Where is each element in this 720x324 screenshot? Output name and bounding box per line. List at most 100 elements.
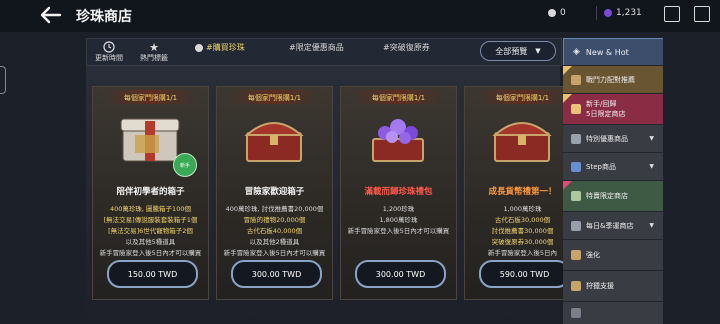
popular-tags-label: 熱門標籤 — [140, 53, 168, 62]
pearl-bundle-icon — [372, 119, 424, 162]
desc-line: 冒險的禮物20,000個 — [243, 216, 306, 224]
price-button[interactable]: 300.00 TWD — [231, 260, 322, 288]
refresh-time-label: 更新時間 — [95, 54, 123, 62]
treasure-chest-icon — [244, 122, 304, 162]
currency-purple-pearl: 1,231 — [604, 6, 642, 20]
sidebar-item-sale-shop[interactable]: 特賣限定商店 — [563, 180, 663, 211]
beginner-box-icon — [120, 118, 180, 162]
new-tag-icon — [563, 94, 572, 103]
product-card[interactable]: 每個家門限購1/1 新手 陪伴初學者的箱子 400萬珍珠, 圖騰箱子100個 [… — [92, 86, 209, 300]
calendar-icon — [571, 220, 581, 231]
sidebar-item-hunt-support[interactable]: 狩獵支援 — [563, 270, 663, 301]
divider — [596, 6, 597, 20]
desc-line: 突破復原券30,000個 — [491, 238, 554, 246]
upgrade-icon — [571, 250, 581, 260]
desc-line: 400萬珍珠, 圖騰箱子100個 — [110, 205, 191, 213]
product-title: 滿載而歸珍珠禮包 — [364, 187, 433, 197]
desc-line: 1,800萬珍珠 — [379, 216, 418, 224]
white-pearl-icon — [195, 43, 203, 52]
desc-line: 以及其他5種道具 — [125, 238, 176, 246]
beginner-badge-icon: 新手 — [173, 153, 197, 177]
desc-line: [無法交易]傳說服裝套裝箱子1個 — [103, 216, 198, 224]
filter-limited-offer[interactable]: #限定優惠商品 — [289, 42, 344, 53]
purchase-limit: 每個家門限購1/1 — [371, 94, 426, 102]
chevron-down-icon: ▼ — [649, 135, 654, 142]
sidebar-item-daily-season[interactable]: 每日&季運商店 ▼ — [563, 211, 663, 239]
price-label: 150.00 TWD — [127, 269, 178, 279]
price-label: 300.00 TWD — [375, 269, 426, 279]
new-tag-icon — [563, 66, 572, 75]
chevron-down-icon: ▼ — [649, 163, 654, 170]
misc-icon — [571, 308, 581, 318]
sidebar-label: 特賣限定商店 — [586, 192, 628, 200]
sidebar-label: New & Hot — [585, 47, 629, 57]
desc-line: 古代石板40,000個 — [246, 227, 303, 235]
sidebar-item-step[interactable]: Step商品 ▼ — [563, 152, 663, 180]
preview-all-dropdown[interactable]: 全部預覽 ▼ — [480, 41, 556, 61]
sidebar-item-newbie-return[interactable]: 新手/回歸 5日限定商店 — [563, 93, 663, 124]
chevron-down-icon: ▼ — [535, 47, 541, 55]
sidebar-label: 每日&季運商店 — [586, 221, 634, 230]
white-pearl-value: 0 — [560, 8, 566, 18]
sidebar-label-group: 新手/回歸 5日限定商店 — [586, 99, 625, 119]
price-button[interactable]: 590.00 TWD — [479, 260, 570, 288]
mailbox-icon[interactable] — [664, 6, 680, 22]
right-margin — [663, 32, 720, 323]
product-card[interactable]: 每個家門限購1/1 滿載而歸珍珠禮包 1,200珍珠 1,800萬珍珠 新手冒險… — [340, 86, 457, 300]
sidebar-item-enhance[interactable]: 強化 — [563, 239, 663, 270]
side-handle[interactable] — [0, 66, 6, 94]
price-button[interactable]: 300.00 TWD — [355, 260, 446, 288]
desc-line: 古代石板30,000個 — [494, 216, 551, 224]
sidebar-label: 強化 — [586, 251, 600, 259]
price-button[interactable]: 150.00 TWD — [107, 260, 198, 288]
desc-line: 以及其他2種道具 — [249, 238, 300, 246]
product-title: 陪伴初學者的箱子 — [116, 187, 185, 197]
step-icon — [571, 161, 581, 172]
product-description: 400萬珍珠, 圖騰箱子100個 [無法交易]傳說服裝套裝箱子1個 [無法交易]… — [95, 204, 206, 259]
currency-white-pearl: 0 — [548, 6, 566, 20]
star-icon — [571, 133, 581, 144]
desc-line: 1,000萬珍珠 — [503, 205, 542, 213]
sidebar-item-special-offer[interactable]: 特別優惠商品 ▼ — [563, 124, 663, 152]
star-icon: ★ — [149, 40, 159, 54]
desc-line: 新手冒險家登入後5日內才可以購買 — [347, 227, 450, 235]
badge-label: 新手 — [179, 162, 190, 169]
product-title: 冒險家歡迎箱子 — [244, 187, 305, 197]
new-tag-icon — [563, 181, 572, 190]
product-description: 400萬珍珠, 討伐推薦書20,000個 冒險的禮物20,000個 古代石板40… — [219, 204, 330, 259]
product-description: 1,000萬珍珠 古代石板30,000個 討伐推薦書30,000個 突破復原券3… — [467, 204, 578, 259]
sidebar-label: 狩獵支援 — [586, 282, 614, 290]
filter-buy-pearl[interactable]: #購買珍珠 — [195, 42, 245, 53]
desc-line: 400萬珍珠, 討伐推薦書20,000個 — [225, 205, 324, 213]
treasure-chest-icon — [492, 122, 552, 162]
sidebar-item-partial[interactable] — [563, 301, 663, 324]
filter-buy-pearl-label: #購買珍珠 — [206, 43, 245, 52]
product-card[interactable]: 每個家門限購1/1 冒險家歡迎箱子 400萬珍珠, 討伐推薦書20,000個 冒… — [216, 86, 333, 300]
back-arrow-icon[interactable] — [38, 5, 62, 25]
sidebar-item-new-hot[interactable]: ◈ New & Hot — [563, 38, 665, 66]
filter-breakthrough-label: #突破復原券 — [383, 43, 430, 52]
desc-line: 新手冒險家登入後5日內 — [487, 249, 558, 257]
desc-line: 討伐推薦書30,000個 — [491, 227, 554, 235]
page-title: 珍珠商店 — [76, 9, 132, 25]
price-label: 590.00 TWD — [499, 269, 550, 279]
purple-pearl-value: 1,231 — [616, 8, 642, 18]
sidebar-label: Step商品 — [586, 162, 616, 171]
popular-tags-tab[interactable]: ★ 熱門標籤 — [133, 39, 175, 65]
desc-line: 新手冒險家登入後5日內才可以購買 — [99, 249, 202, 257]
product-description: 1,200珍珠 1,800萬珍珠 新手冒險家登入後5日內才可以購買 — [343, 204, 454, 237]
sidebar-item-power-match[interactable]: 戰鬥力配對推薦 — [563, 65, 663, 93]
desc-line: [無法交易]6世代寵物箱子2個 — [108, 227, 193, 235]
hunt-icon — [571, 281, 581, 291]
sidebar-sublabel: 5日限定商店 — [586, 110, 626, 118]
desc-line: 新手冒險家登入後5日內才可以購買 — [223, 249, 326, 257]
desc-line: 1,200珍珠 — [382, 205, 415, 213]
filter-limited-offer-label: #限定優惠商品 — [289, 43, 344, 52]
diamond-icon: ◈ — [573, 47, 580, 57]
sidebar-label: 戰鬥力配對推薦 — [586, 75, 635, 84]
exit-icon[interactable] — [694, 6, 710, 22]
filter-breakthrough[interactable]: #突破復原券 — [383, 42, 430, 53]
clock-icon — [103, 41, 115, 53]
refresh-time-tab[interactable]: 更新時間 — [89, 39, 129, 65]
sword-icon — [571, 74, 581, 85]
